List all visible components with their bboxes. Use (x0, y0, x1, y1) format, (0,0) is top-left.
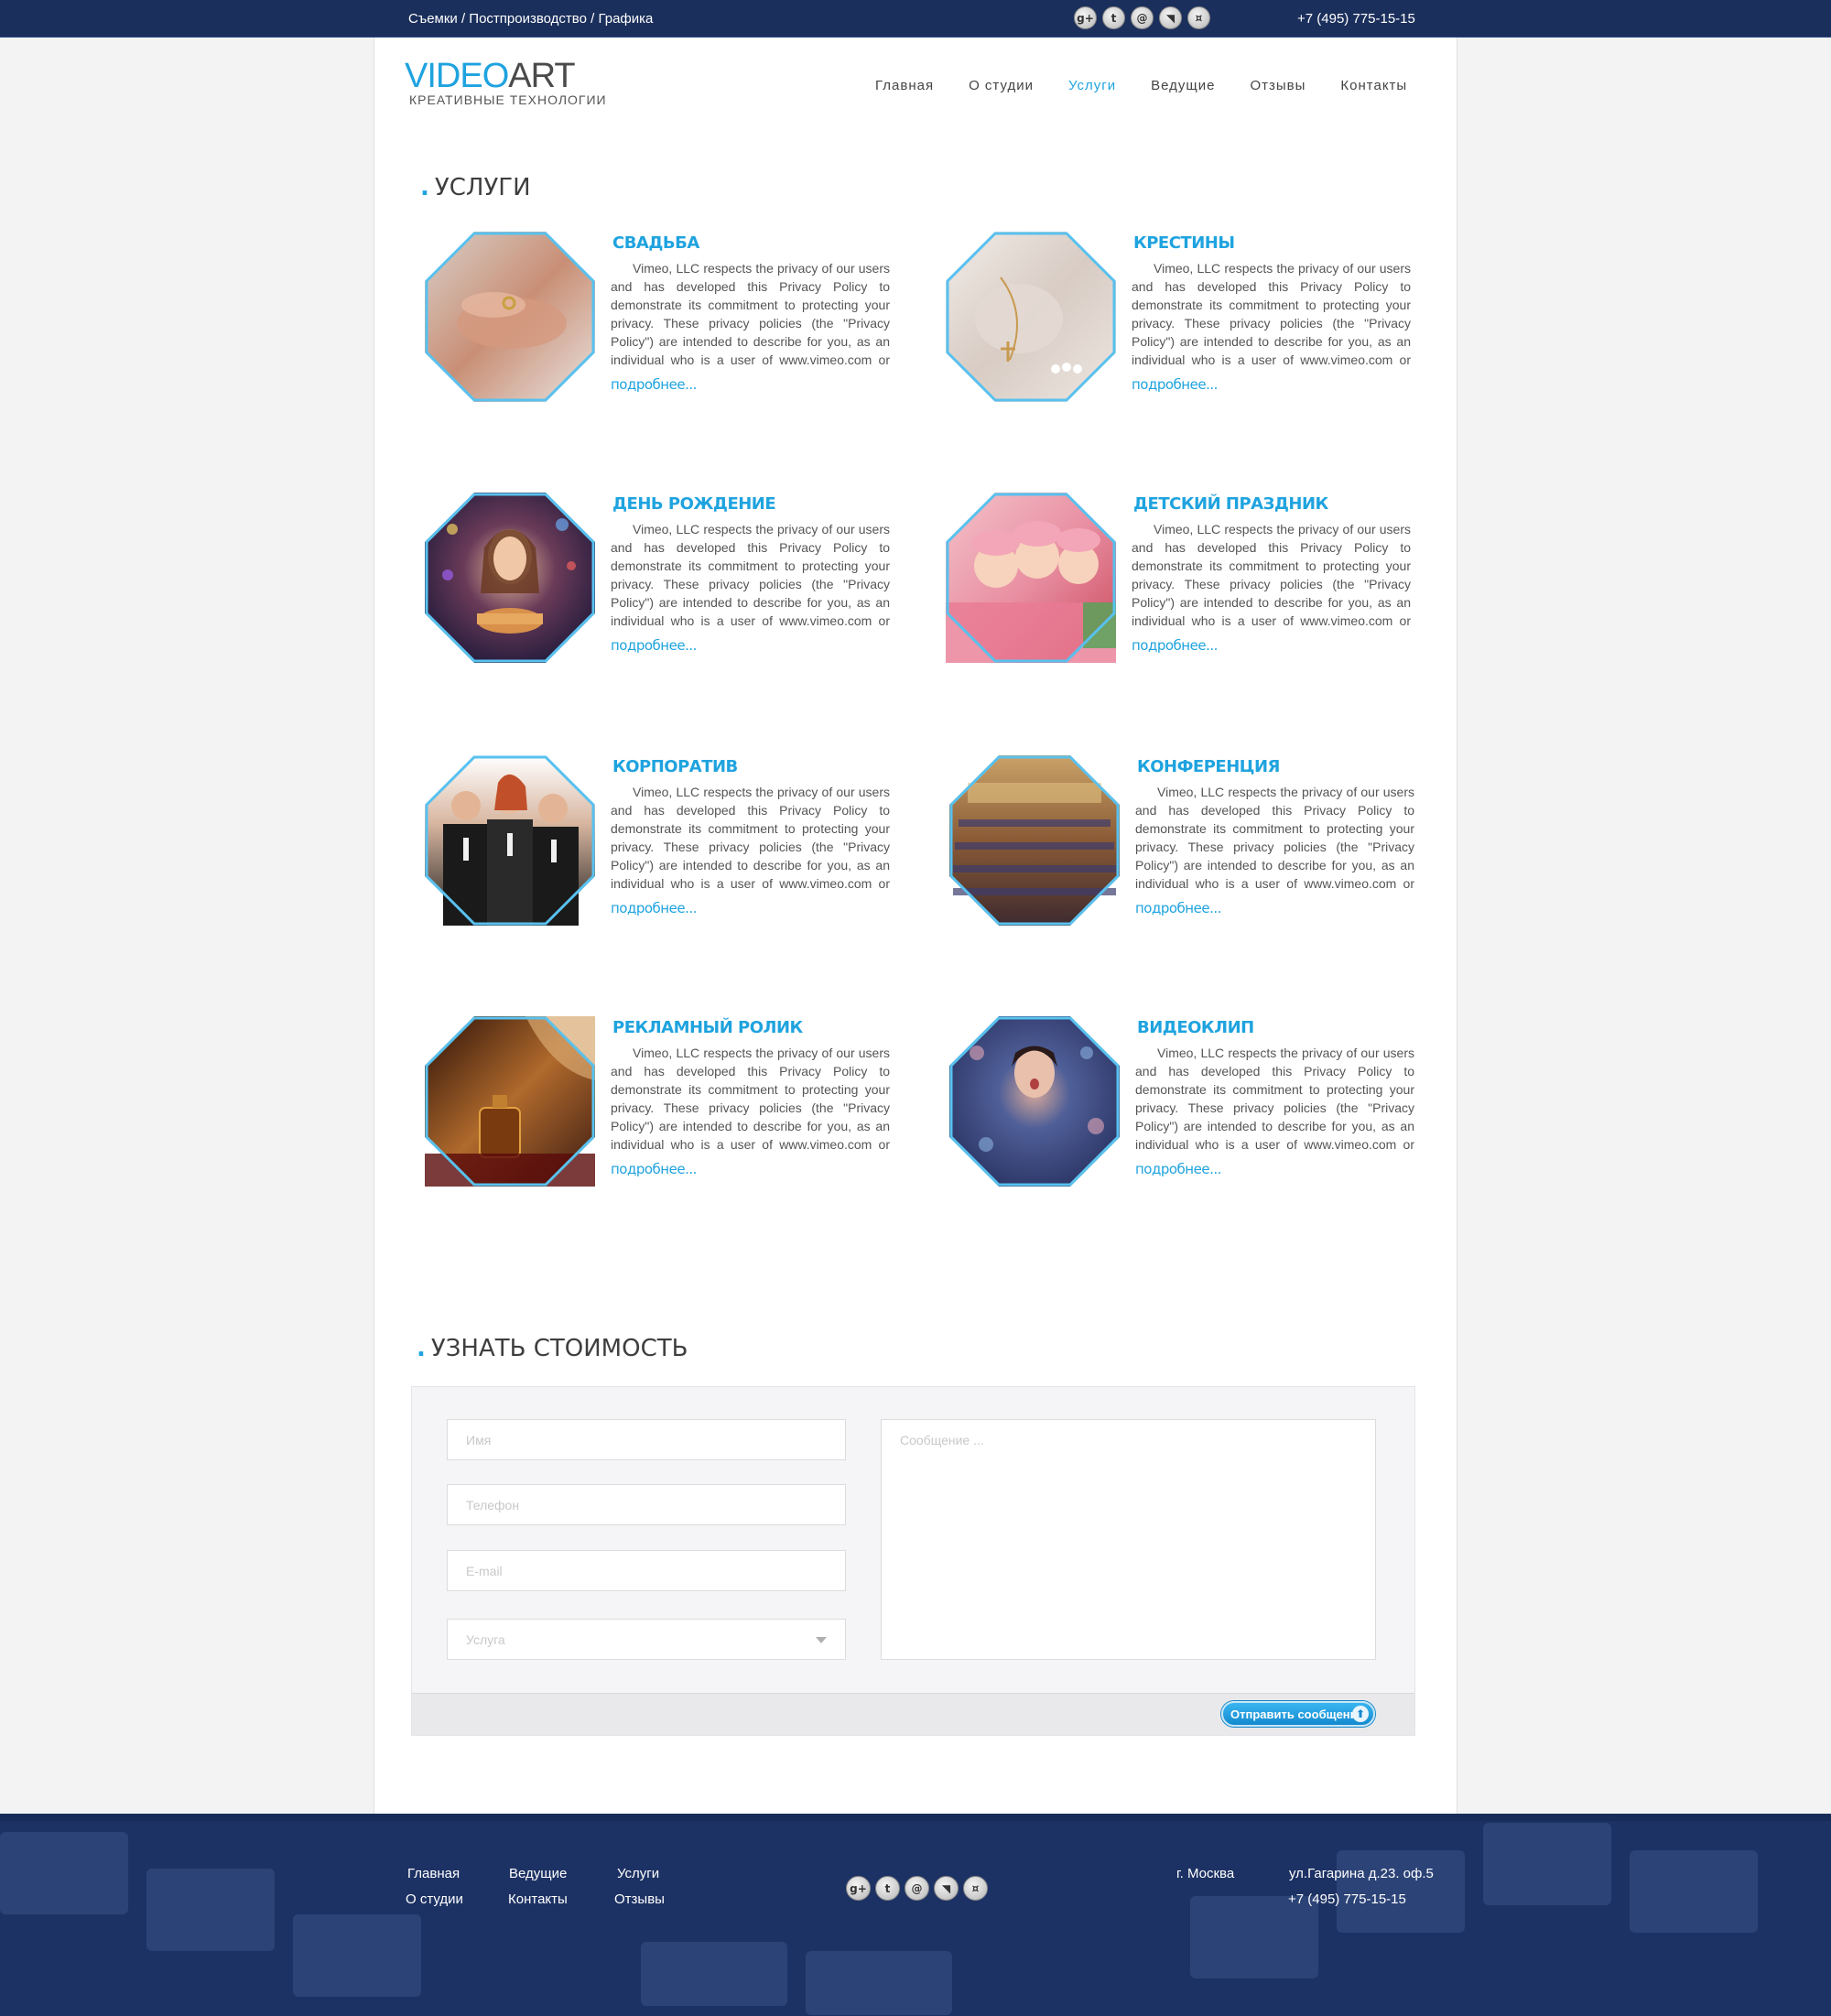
service-title: КОНФЕРЕНЦИЯ (1137, 757, 1280, 776)
service-description: Vimeo, LLC respects the privacy of our u… (1132, 522, 1411, 628)
nav-item-home[interactable]: Главная (875, 78, 934, 93)
form-footer-bar: Отправить сообщение ⬆ (412, 1693, 1414, 1735)
service-image-baptism[interactable] (946, 232, 1116, 402)
top-tagline: Съемки / Постпроизводство / Графика (408, 11, 654, 27)
twitter-icon[interactable]: t (875, 1876, 900, 1901)
read-more-link[interactable]: подробнее... (1132, 376, 1218, 393)
service-card-conference: КОНФЕРЕНЦИЯ Vimeo, LLC respects the priv… (949, 755, 1444, 929)
twitter-icon[interactable]: t (1102, 6, 1125, 29)
arrow-up-icon: ⬆ (1352, 1706, 1369, 1722)
rss-icon[interactable]: ◥ (1159, 6, 1182, 29)
nav-item-contacts[interactable]: Контакты (1340, 78, 1407, 93)
chevron-down-icon (816, 1637, 827, 1643)
service-title: КРЕСТИНЫ (1133, 233, 1235, 253)
top-social-icons: g+ t @ ◥ ¤ (1074, 6, 1210, 29)
logo-word-video: VIDEO (405, 57, 509, 95)
odnoklassniki-icon[interactable]: ¤ (1187, 6, 1210, 29)
pricing-form: Имя Телефон E-mail Услуга Сообщение ... … (411, 1386, 1415, 1736)
footer-link-services[interactable]: Услуги (617, 1866, 659, 1881)
footer-address: ул.Гагарина д.23. оф.5 (1289, 1866, 1434, 1881)
service-title: ДЕНЬ РОЖДЕНИЕ (612, 494, 776, 514)
service-select[interactable]: Услуга (447, 1619, 846, 1660)
service-image-birthday[interactable] (425, 493, 595, 663)
read-more-link[interactable]: подробнее... (1135, 900, 1221, 916)
service-description: Vimeo, LLC respects the privacy of our u… (1135, 1046, 1414, 1152)
read-more-link[interactable]: подробнее... (1132, 637, 1218, 654)
logo-word-art: ART (508, 57, 575, 95)
name-field[interactable]: Имя (447, 1419, 846, 1460)
film-strip-background (0, 1814, 1831, 2015)
message-textarea[interactable]: Сообщение ... (881, 1419, 1376, 1660)
services-heading: . УСЛУГИ (420, 174, 531, 201)
service-card-baptism: КРЕСТИНЫ Vimeo, LLC respects the privacy… (946, 232, 1440, 406)
service-title: СВАДЬБА (612, 233, 699, 253)
logo[interactable]: VIDEOART КРЕАТИВНЫЕ ТЕХНОЛОГИИ (405, 58, 607, 107)
rss-icon[interactable]: ◥ (934, 1876, 959, 1901)
footer-social-icons: g+ t @ ◥ ¤ (846, 1876, 988, 1901)
service-description: Vimeo, LLC respects the privacy of our u… (1132, 261, 1411, 367)
footer-link-home[interactable]: Главная (407, 1866, 460, 1881)
service-description: Vimeo, LLC respects the privacy of our u… (611, 785, 890, 891)
read-more-link[interactable]: подробнее... (1135, 1161, 1221, 1177)
service-image-commercial[interactable] (425, 1016, 595, 1187)
nav-item-about[interactable]: О студии (969, 78, 1034, 93)
nav-item-hosts[interactable]: Ведущие (1151, 78, 1215, 93)
main-container: VIDEOART КРЕАТИВНЫЕ ТЕХНОЛОГИИ Главная О… (374, 38, 1457, 1814)
email-icon[interactable]: @ (905, 1876, 929, 1901)
pricing-heading: . УЗНАТЬ СТОИМОСТЬ (417, 1335, 688, 1362)
service-image-corporate[interactable] (425, 755, 595, 926)
service-description: Vimeo, LLC respects the privacy of our u… (611, 522, 890, 628)
service-card-wedding: СВАДЬБА Vimeo, LLC respects the privacy … (425, 232, 919, 406)
footer-link-contacts[interactable]: Контакты (508, 1891, 568, 1907)
read-more-link[interactable]: подробнее... (611, 637, 697, 654)
service-description: Vimeo, LLC respects the privacy of our u… (1135, 785, 1414, 891)
service-image-conference[interactable] (949, 755, 1120, 926)
service-title: ВИДЕОКЛИП (1137, 1018, 1254, 1037)
send-message-label: Отправить сообщение (1230, 1707, 1364, 1721)
service-title: РЕКЛАМНЫЙ РОЛИК (612, 1018, 803, 1037)
service-card-birthday: ДЕНЬ РОЖДЕНИЕ Vimeo, LLC respects the pr… (425, 493, 919, 667)
footer-city: г. Москва (1176, 1866, 1235, 1881)
send-message-button[interactable]: Отправить сообщение ⬆ (1221, 1701, 1375, 1727)
footer-link-hosts[interactable]: Ведущие (509, 1866, 567, 1881)
service-card-music-video: ВИДЕОКЛИП Vimeo, LLC respects the privac… (949, 1016, 1444, 1190)
service-card-kids-party: ДЕТСКИЙ ПРАЗДНИК Vimeo, LLC respects the… (946, 493, 1440, 667)
service-card-commercial: РЕКЛАМНЫЙ РОЛИК Vimeo, LLC respects the … (425, 1016, 919, 1190)
service-select-label: Услуга (466, 1631, 505, 1647)
read-more-link[interactable]: подробнее... (611, 900, 697, 916)
service-description: Vimeo, LLC respects the privacy of our u… (611, 261, 890, 367)
email-icon[interactable]: @ (1131, 6, 1154, 29)
service-card-corporate: КОРПОРАТИВ Vimeo, LLC respects the priva… (425, 755, 919, 929)
service-image-wedding[interactable] (425, 232, 595, 402)
service-image-music-video[interactable] (949, 1016, 1120, 1187)
footer-link-about[interactable]: О студии (406, 1891, 463, 1907)
service-description: Vimeo, LLC respects the privacy of our u… (611, 1046, 890, 1152)
footer: Главная Ведущие Услуги О студии Контакты… (0, 1814, 1831, 2016)
service-title: КОРПОРАТИВ (612, 757, 738, 776)
odnoklassniki-icon[interactable]: ¤ (963, 1876, 988, 1901)
footer-link-reviews[interactable]: Отзывы (614, 1891, 665, 1907)
service-title: ДЕТСКИЙ ПРАЗДНИК (1133, 494, 1328, 514)
google-plus-icon[interactable]: g+ (846, 1876, 871, 1901)
footer-phone: +7 (495) 775-15-15 (1288, 1891, 1406, 1907)
read-more-link[interactable]: подробнее... (611, 1161, 697, 1177)
main-nav: Главная О студии Услуги Ведущие Отзывы К… (875, 78, 1442, 93)
read-more-link[interactable]: подробнее... (611, 376, 697, 393)
top-bar: Съемки / Постпроизводство / Графика g+ t… (0, 0, 1831, 38)
nav-item-reviews[interactable]: Отзывы (1250, 78, 1306, 93)
service-image-kids-party[interactable] (946, 493, 1116, 663)
phone-field[interactable]: Телефон (447, 1484, 846, 1525)
logo-subtitle: КРЕАТИВНЫЕ ТЕХНОЛОГИИ (409, 92, 607, 107)
nav-item-services[interactable]: Услуги (1068, 78, 1116, 93)
top-phone: +7 (495) 775-15-15 (1297, 11, 1415, 27)
email-field[interactable]: E-mail (447, 1550, 846, 1591)
google-plus-icon[interactable]: g+ (1074, 6, 1097, 29)
